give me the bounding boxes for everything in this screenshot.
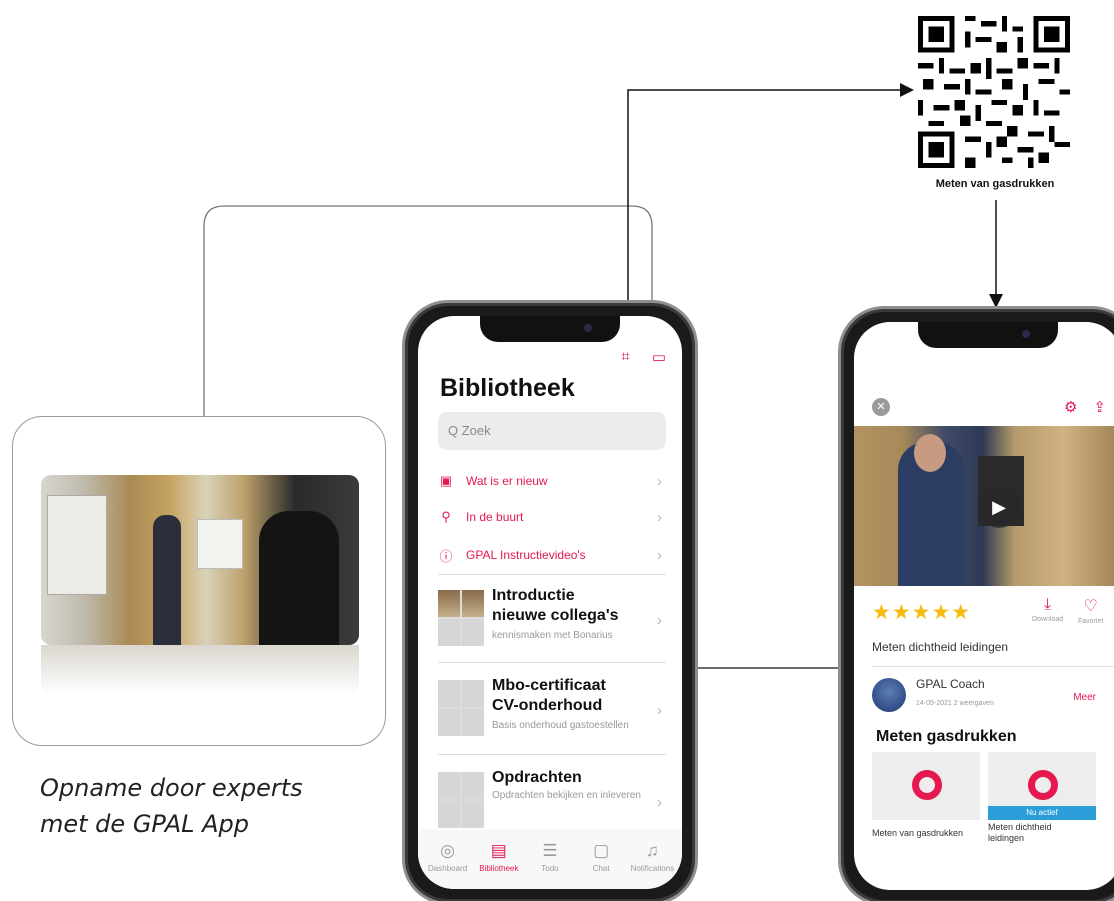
dashboard-icon: ◎ [440,841,456,860]
heart-icon: ♡ [1083,598,1098,615]
phone-library: ⌗ ▭ Bibliotheek Q Zoek ▣ Wat is er nieuw… [402,300,698,901]
section-title: Meten gasdrukken [876,728,1017,745]
todo-icon: ☰ [542,841,558,860]
share-icon[interactable]: ⇪ [1093,398,1106,416]
avatar[interactable] [872,678,906,712]
tab-label: Chat [592,864,610,873]
item-thumbnail [438,680,484,736]
tab-notifications[interactable]: ♫ Notifications [627,841,677,889]
item-thumbnail [438,590,484,646]
tab-todo[interactable]: ☰ Todo [525,841,575,889]
item-subtitle: Basis onderhoud gastoestellen [492,720,629,731]
page-title: Bibliotheek [440,374,575,402]
item-subtitle: Opdrachten bekijken en inleveren [492,790,641,801]
list-item-opdrachten[interactable]: Opdrachten Opdrachten bekijken en inleve… [438,768,666,838]
close-icon[interactable]: ✕ [872,398,890,416]
link-label: Wat is er nieuw [466,474,548,488]
info-circle-icon: ⓘ [439,548,453,564]
download-icon: ⤓ [1044,596,1052,613]
caption-line-1: Opname door experts [40,774,303,802]
qr-scan-icon[interactable]: ⌗ [621,348,629,366]
qr-code [918,16,1070,168]
link-label: GPAL Instructievideo's [466,548,586,562]
library-screen: ⌗ ▭ Bibliotheek Q Zoek ▣ Wat is er nieuw… [418,316,682,889]
item-title: nieuwe collega's [492,607,619,624]
play-icon[interactable]: ▶ [978,486,1020,528]
library-icon: ▤ [490,841,507,860]
video-meta: 14-05-2021 2 weergaven [916,700,994,707]
video-card-meten-dichtheid[interactable]: Nu actief [988,752,1096,820]
card-caption: Meten dichtheid leidingen [988,822,1052,844]
tab-label: Notifications [630,864,675,873]
tab-chat[interactable]: ▢ Chat [576,841,626,889]
tab-label: Bibliotheek [479,864,519,873]
gpal-logo-icon [912,770,942,800]
phone-notch [480,316,620,342]
search-input[interactable]: Q Zoek [438,412,666,450]
divider [872,666,1114,667]
bell-icon: ♫ [645,841,659,860]
phone-notch [918,322,1058,348]
card-caption: Meten van gasdrukken [872,828,964,838]
gear-icon[interactable]: ⚙ [1064,398,1077,416]
gpal-logo-icon [1028,770,1058,800]
library-top-icons: ⌗ ▭ [621,348,666,366]
tab-dashboard[interactable]: ◎ Dashboard [423,841,473,889]
tab-bibliotheek[interactable]: ▤ Bibliotheek [474,841,524,889]
status-badge: Nu actief [988,806,1096,820]
caption-line-2: met de GPAL App [40,810,249,838]
video-camera-icon[interactable]: ▭ [652,348,666,366]
favorite-label: Favoriet [1078,618,1104,625]
link-label: In de buurt [466,510,524,524]
chat-icon: ▢ [593,841,610,860]
phone-video-detail: ✕ ⚙ ⇪ ▶ ★★★★★ ⤓ Download ♡ Favoriet Mete… [838,306,1114,901]
divider [438,662,666,663]
expert-recording-photo [41,475,359,645]
item-title: Mbo-certificaat [492,677,606,694]
item-title: Opdrachten [492,769,582,786]
download-label: Download [1032,616,1064,623]
tab-label: Todo [541,864,559,873]
photo-reflection [41,645,359,695]
download-button[interactable]: ⤓ Download [1032,596,1063,623]
item-title: Introductie [492,587,575,604]
qr-label: Meten van gasdrukken [935,178,1055,190]
list-item-introductie[interactable]: Introductie nieuwe collega's kennismaken … [438,586,666,656]
link-in-de-buurt[interactable]: ⚲ In de buurt › [438,502,666,532]
item-thumbnail [438,772,484,828]
tab-label: Dashboard [428,864,468,873]
list-item-mbo-certificaat[interactable]: Mbo-certificaat CV-onderhoud Basis onderh… [438,676,666,746]
video-card-meten-gasdrukken[interactable] [872,752,980,820]
rating-stars[interactable]: ★★★★★ [872,600,971,625]
chevron-right-icon: › [657,612,662,629]
video-description: Meten dichtheid leidingen [872,640,1009,654]
location-pin-icon: ⚲ [441,509,451,524]
divider [438,574,666,575]
expert-recording-card [12,416,386,746]
more-button[interactable]: Meer [1073,692,1096,703]
detail-top-icons: ⚙ ⇪ [1064,398,1106,416]
expert-caption: Opname door experts met de GPAL App [40,770,370,842]
card-caption-line: Meten dichtheid [988,822,1052,832]
favorite-button[interactable]: ♡ Favoriet [1078,596,1103,625]
tab-bar: ◎ Dashboard ▤ Bibliotheek ☰ Todo ▢ Chat ♫ Not… [418,829,682,889]
link-wat-is-er-nieuw[interactable]: ▣ Wat is er nieuw › [438,466,666,496]
divider [438,754,666,755]
chevron-right-icon: › [657,546,662,564]
video-detail-screen: ✕ ⚙ ⇪ ▶ ★★★★★ ⤓ Download ♡ Favoriet Mete… [854,322,1114,890]
chevron-right-icon: › [657,794,662,811]
item-title: CV-onderhoud [492,697,603,714]
author-name: GPAL Coach [916,677,985,691]
card-caption-line: leidingen [988,833,1025,843]
link-gpal-instructievideos[interactable]: ⓘ GPAL Instructievideo's › [438,540,666,570]
play-square-icon: ▣ [439,473,453,488]
chevron-right-icon: › [657,702,662,719]
item-subtitle: kennismaken met Bonarius [492,630,613,641]
chevron-right-icon: › [657,508,662,526]
chevron-right-icon: › [657,472,662,490]
